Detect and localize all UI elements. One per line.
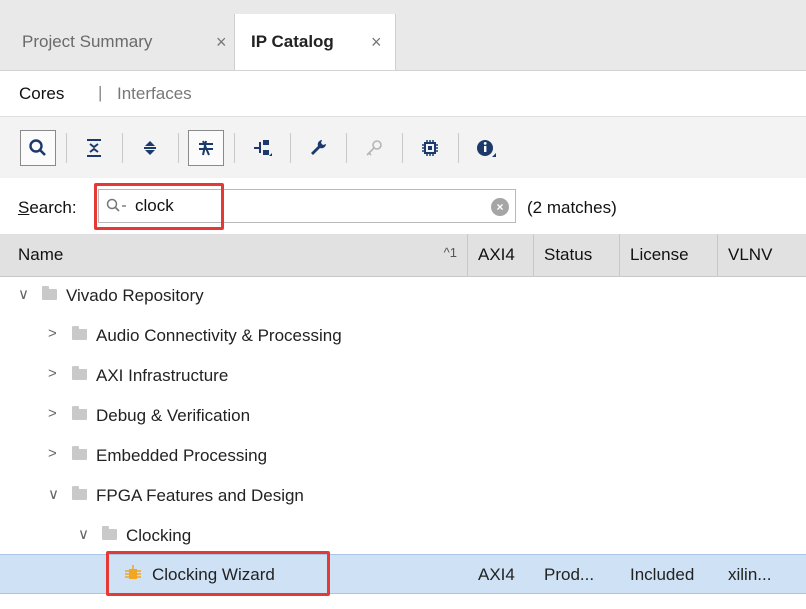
column-header-license[interactable]: License	[620, 234, 718, 276]
column-header-status[interactable]: Status	[534, 234, 620, 276]
editor-tab-bar: Project Summary × IP Catalog ×	[0, 0, 806, 71]
tree-row-axi-infrastructure[interactable]: > AXI Infrastructure	[0, 356, 806, 396]
cell-status: Prod...	[544, 565, 595, 584]
catalog-subtabs: Cores | Interfaces	[0, 72, 806, 116]
tree-row-label: Debug & Verification	[96, 406, 251, 425]
tree-row-debug-verification[interactable]: > Debug & Verification	[0, 396, 806, 436]
tree-row-label: AXI Infrastructure	[96, 366, 229, 385]
folder-icon	[72, 326, 87, 340]
toolbar-divider	[178, 133, 179, 163]
cell-vlnv: xilin...	[728, 565, 772, 584]
search-row: Search: × (2 matches)	[0, 178, 806, 234]
tab-cores[interactable]: Cores	[19, 84, 64, 104]
tree-row-clocking[interactable]: ∨ Clocking	[0, 516, 806, 556]
search-icon	[105, 197, 129, 220]
hierarchy-icon[interactable]	[244, 130, 280, 166]
match-count: (2 matches)	[527, 198, 617, 217]
chip-icon[interactable]	[412, 130, 448, 166]
ip-core-icon	[124, 565, 142, 588]
toolbar-divider	[66, 133, 67, 163]
sort-ascending-icon: ^1	[443, 245, 457, 260]
tree-row-label: Audio Connectivity & Processing	[96, 326, 342, 345]
table-header: Name ^1 AXI4 Status License VLNV	[0, 234, 806, 277]
folder-icon	[102, 526, 117, 540]
tree-row-embedded-processing[interactable]: > Embedded Processing	[0, 436, 806, 476]
filter-icon[interactable]	[188, 130, 224, 166]
tree-row-label: Clocking	[126, 526, 192, 545]
chevron-down-icon[interactable]: ∨	[18, 285, 29, 303]
column-header-vlnv[interactable]: VLNV	[718, 234, 798, 276]
info-icon[interactable]	[468, 130, 504, 166]
tree-row-label: FPGA Features and Design	[96, 486, 304, 505]
close-icon[interactable]: ×	[371, 32, 382, 53]
chevron-right-icon[interactable]: >	[48, 405, 57, 422]
tab-interfaces[interactable]: Interfaces	[117, 84, 192, 104]
tree-row-label: Embedded Processing	[96, 446, 268, 465]
folder-icon	[42, 286, 57, 300]
close-icon[interactable]: ×	[216, 32, 227, 53]
key-icon	[356, 130, 392, 166]
clear-search-icon[interactable]: ×	[491, 198, 509, 216]
tree-row-fpga-features[interactable]: ∨ FPGA Features and Design	[0, 476, 806, 516]
tab-project-summary[interactable]: Project Summary ×	[0, 14, 234, 70]
toolbar-divider	[346, 133, 347, 163]
cell-axi4: AXI4	[478, 565, 515, 584]
folder-icon	[72, 366, 87, 380]
chevron-down-icon[interactable]: ∨	[48, 485, 59, 503]
chevron-down-icon[interactable]: ∨	[78, 525, 89, 543]
column-header-name[interactable]: Name ^1	[0, 234, 468, 276]
subtab-separator: |	[98, 83, 103, 102]
tree-row-label: Clocking Wizard	[152, 565, 275, 584]
column-header-axi4[interactable]: AXI4	[468, 234, 534, 276]
tree-row-audio-connectivity[interactable]: > Audio Connectivity & Processing	[0, 316, 806, 356]
expand-all-icon[interactable]	[132, 130, 168, 166]
toolbar-divider	[402, 133, 403, 163]
toolbar-divider	[234, 133, 235, 163]
folder-icon	[72, 406, 87, 420]
folder-icon	[72, 486, 87, 500]
search-input[interactable]	[135, 194, 465, 218]
tree-row-label: Vivado Repository	[66, 286, 204, 305]
tab-label: IP Catalog	[251, 32, 334, 51]
wrench-icon[interactable]	[300, 130, 336, 166]
search-label: Search:	[18, 198, 77, 217]
tree-row-vivado-repository[interactable]: ∨ Vivado Repository	[0, 276, 806, 316]
tab-ip-catalog[interactable]: IP Catalog ×	[234, 14, 396, 70]
search-icon[interactable]	[20, 130, 56, 166]
cell-license: Included	[630, 565, 695, 584]
collapse-all-icon[interactable]	[76, 130, 112, 166]
chevron-right-icon[interactable]: >	[48, 325, 57, 342]
toolbar-divider	[290, 133, 291, 163]
chevron-right-icon[interactable]: >	[48, 365, 57, 382]
toolbar-divider	[458, 133, 459, 163]
tree-row-clocking-wizard[interactable]: Clocking Wizard AXI4 Prod... Included xi…	[0, 554, 806, 594]
catalog-toolbar	[0, 116, 806, 180]
folder-icon	[72, 446, 87, 460]
chevron-right-icon[interactable]: >	[48, 445, 57, 462]
tab-label: Project Summary	[22, 32, 153, 51]
search-field[interactable]: ×	[98, 189, 516, 223]
toolbar-divider	[122, 133, 123, 163]
